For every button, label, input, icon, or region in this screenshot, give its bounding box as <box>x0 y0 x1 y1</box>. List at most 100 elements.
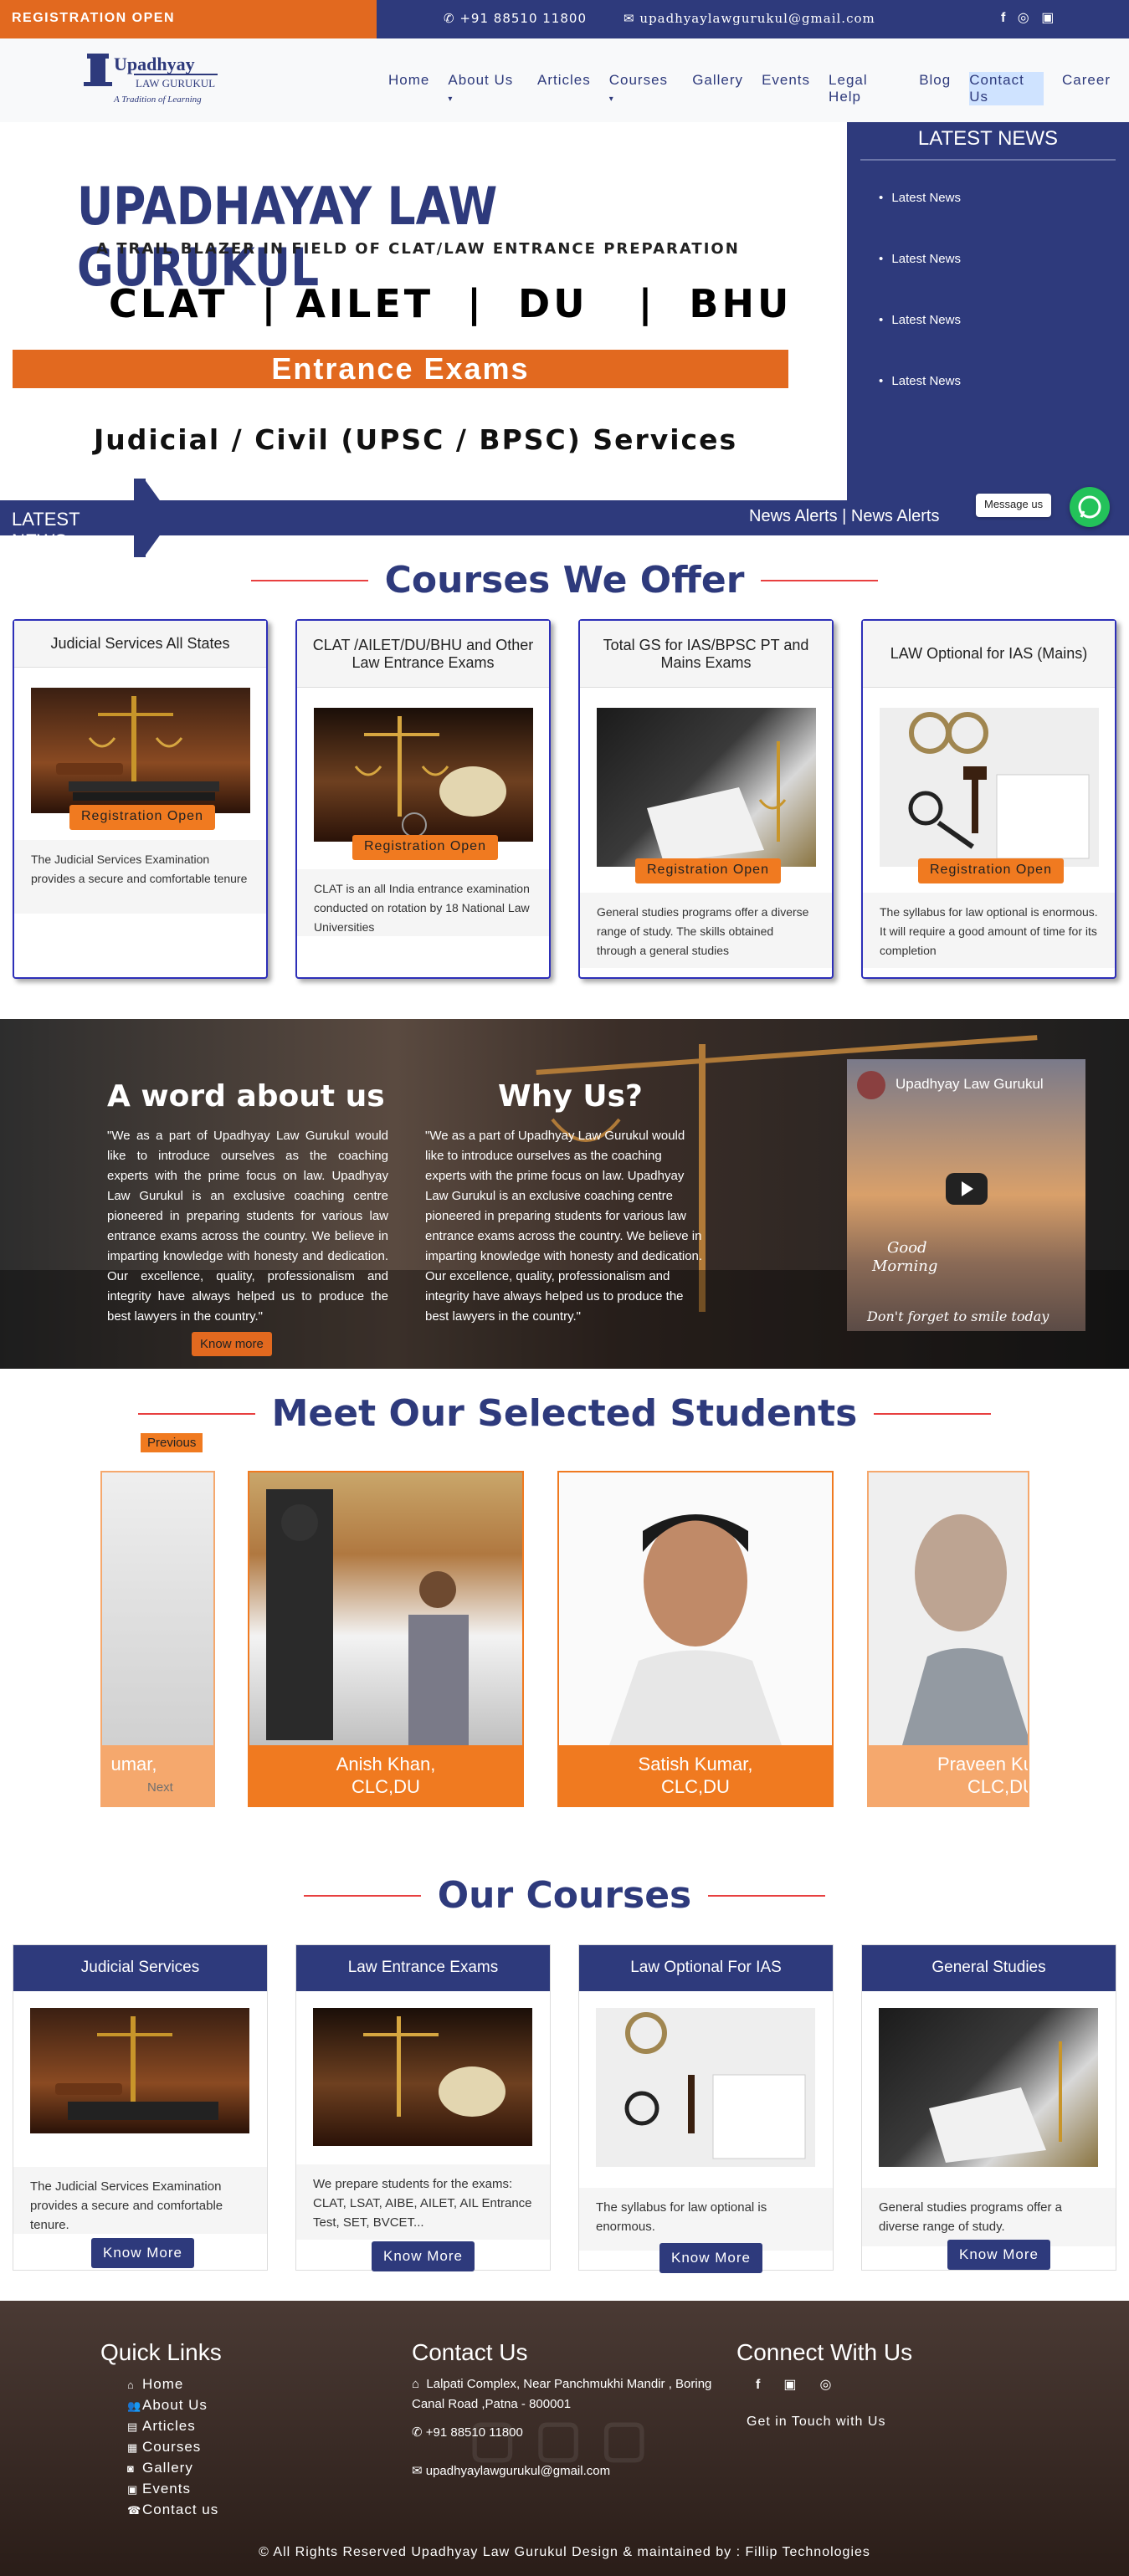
courses-offer-heading: Courses We Offer <box>0 559 1129 602</box>
quick-link-label: Contact us <box>142 2502 219 2517</box>
top-email-address: upadhyaylawgurukul@gmail.com <box>639 11 875 26</box>
quick-link-label: Home <box>142 2376 184 2392</box>
heading-rule-left <box>250 579 368 581</box>
student-college: CLC,DU <box>661 1776 730 1797</box>
registration-open-badge[interactable]: Registration Open <box>352 835 498 860</box>
quick-link-label: Gallery <box>142 2460 193 2476</box>
know-more-button[interactable]: Know more <box>192 1332 272 1356</box>
about-word-title: A word about us <box>107 1079 385 1114</box>
know-more-button[interactable]: Know More <box>91 2238 194 2268</box>
quick-link-label: Events <box>142 2481 191 2497</box>
youtube-icon[interactable]: ▣ <box>1041 11 1054 25</box>
our-course-card[interactable]: Judicial Services The Judicial Services … <box>13 1944 268 2271</box>
ticker-message[interactable]: News Alerts | News Alerts <box>749 507 939 526</box>
registration-open-badge[interactable]: Registration Open <box>635 858 781 883</box>
facebook-icon[interactable]: f <box>1001 11 1005 25</box>
nav-courses[interactable]: Courses ▾ <box>609 72 674 105</box>
our-course-card[interactable]: General Studies General studies programs… <box>861 1944 1116 2271</box>
video-caption-good: Good <box>887 1239 927 1257</box>
signing-document-image <box>597 708 816 867</box>
latest-news-item[interactable]: Latest News <box>879 313 1129 327</box>
nav-articles[interactable]: Articles <box>537 72 591 105</box>
hero-subtitle: A TRAIL BLAZER IN FIELD OF CLAT/LAW ENTR… <box>96 240 740 258</box>
nav-legal-help[interactable]: Legal Help <box>829 72 901 105</box>
top-phone-number: +91 88510 11800 <box>459 11 587 26</box>
connect-text: Get in Touch with Us <box>747 2415 886 2429</box>
latest-news-item[interactable]: Latest News <box>879 252 1129 266</box>
our-course-desc: General studies programs offer a diverse… <box>862 2188 1116 2246</box>
instagram-icon[interactable]: ◎ <box>819 2378 854 2392</box>
hero-entrance-band: Entrance Exams <box>13 350 788 388</box>
footer-phone[interactable]: ✆ +91 88510 11800 <box>412 2423 523 2443</box>
hero-services: Judicial / Civil (UPSC / BPSC) Services <box>94 423 738 456</box>
latest-news-item[interactable]: Latest News <box>879 191 1129 205</box>
law-optional-image <box>596 2008 815 2167</box>
nav-events[interactable]: Events <box>762 72 810 105</box>
main-navbar: Upadhyay LAW GURUKUL A Tradition of Lear… <box>0 38 1129 122</box>
course-offer-card[interactable]: Total GS for IAS/BPSC PT and Mains Exams… <box>578 619 834 979</box>
latest-news-item[interactable]: Latest News <box>879 374 1129 388</box>
nav-gallery[interactable]: Gallery <box>692 72 743 105</box>
course-offer-card[interactable]: Judicial Services All States Registratio… <box>13 619 268 979</box>
quick-link-label: Articles <box>142 2418 196 2434</box>
heading-rule-left <box>137 1412 255 1415</box>
quick-link-about[interactable]: 👥About Us <box>127 2395 218 2416</box>
nav-contact-us[interactable]: Contact Us <box>969 72 1044 105</box>
quick-link-contact[interactable]: ☎Contact us <box>127 2500 218 2521</box>
course-offer-card[interactable]: CLAT /AILET/DU/BHU and Other Law Entranc… <box>295 619 551 979</box>
nav-home[interactable]: Home <box>388 72 429 105</box>
about-section: A word about us "We as a part of Upadhya… <box>0 1019 1129 1369</box>
registration-open-banner[interactable]: REGISTRATION OPEN <box>0 0 377 38</box>
whatsapp-button[interactable] <box>1070 487 1110 527</box>
users-icon: 👥 <box>127 2399 142 2412</box>
quick-link-home[interactable]: ⌂ Home <box>127 2374 218 2395</box>
course-offer-card[interactable]: LAW Optional for IAS (Mains) Registratio… <box>861 619 1116 979</box>
facebook-icon[interactable]: f <box>756 2378 783 2392</box>
book-icon: ▤ <box>127 2420 139 2433</box>
our-course-card[interactable]: Law Entrance Exams We prepare students f… <box>295 1944 551 2271</box>
play-button[interactable] <box>946 1173 988 1205</box>
student-photo <box>559 1472 832 1745</box>
nav-about-us[interactable]: About Us ▾ <box>448 72 519 105</box>
hero-exams: CLAT | AILET | DU | BHU <box>109 281 793 326</box>
nav-blog[interactable]: Blog <box>919 72 951 105</box>
student-card[interactable]: Anish Khan, CLC,DU <box>248 1471 524 1807</box>
footer-phone-text: +91 88510 11800 <box>425 2425 523 2440</box>
logo-tagline: A Tradition of Learning <box>113 95 202 105</box>
quick-link-gallery[interactable]: ◙ Gallery <box>127 2458 218 2479</box>
heading-rule-left <box>303 1894 421 1897</box>
logo-line1: Upadhyay <box>114 54 195 74</box>
video-channel-name[interactable]: Upadhyay Law Gurukul <box>896 1076 1044 1093</box>
youtube-icon[interactable]: ▣ <box>783 2378 819 2392</box>
our-course-card[interactable]: Law Optional For IAS The syllabus for la… <box>578 1944 834 2273</box>
carousel-fade-overlay <box>100 1471 215 1807</box>
quick-link-label: Courses <box>142 2439 202 2455</box>
nav-about-us-label: About Us <box>448 72 514 88</box>
know-more-button[interactable]: Know More <box>372 2241 475 2271</box>
nav-career[interactable]: Career <box>1062 72 1111 105</box>
top-phone[interactable]: ✆ +91 88510 11800 <box>444 11 587 26</box>
contact-us-title: Contact Us <box>412 2339 528 2365</box>
registration-open-badge[interactable]: Registration Open <box>918 858 1064 883</box>
know-more-button[interactable]: Know More <box>947 2240 1050 2270</box>
carousel-fade-overlay <box>867 1471 1029 1807</box>
whatsapp-message-label[interactable]: Message us <box>976 494 1052 517</box>
quick-link-articles[interactable]: ▤ Articles <box>127 2416 218 2437</box>
student-card[interactable]: Satish Kumar, CLC,DU <box>557 1471 834 1807</box>
quick-link-events[interactable]: ▣ Events <box>127 2479 218 2500</box>
judicial-gavel-image <box>31 688 250 813</box>
video-embed[interactable]: Upadhyay Law Gurukul Good Morning Don't … <box>847 1059 1085 1331</box>
course-offer-title: LAW Optional for IAS (Mains) <box>863 621 1115 688</box>
quick-link-courses[interactable]: ▦ Courses <box>127 2437 218 2458</box>
top-email[interactable]: ✉ upadhyaylawgurukul@gmail.com <box>624 11 875 26</box>
footer-email[interactable]: ✉ upadhyaylawgurukul@gmail.com <box>412 2461 610 2481</box>
carousel-previous-button[interactable]: Previous <box>141 1433 203 1452</box>
registration-open-badge[interactable]: Registration Open <box>69 805 215 830</box>
instagram-icon[interactable]: ◎ <box>1018 11 1029 25</box>
footer-address: ⌂ Lalpati Complex, Near Panchmukhi Mandi… <box>412 2374 713 2415</box>
why-us-title: Why Us? <box>498 1079 643 1114</box>
know-more-button[interactable]: Know More <box>659 2243 762 2273</box>
channel-avatar <box>857 1071 885 1099</box>
why-us-text: "We as a part of Upadhyay Law Gurukul wo… <box>425 1129 703 1324</box>
site-logo[interactable]: Upadhyay LAW GURUKUL A Tradition of Lear… <box>84 49 226 114</box>
